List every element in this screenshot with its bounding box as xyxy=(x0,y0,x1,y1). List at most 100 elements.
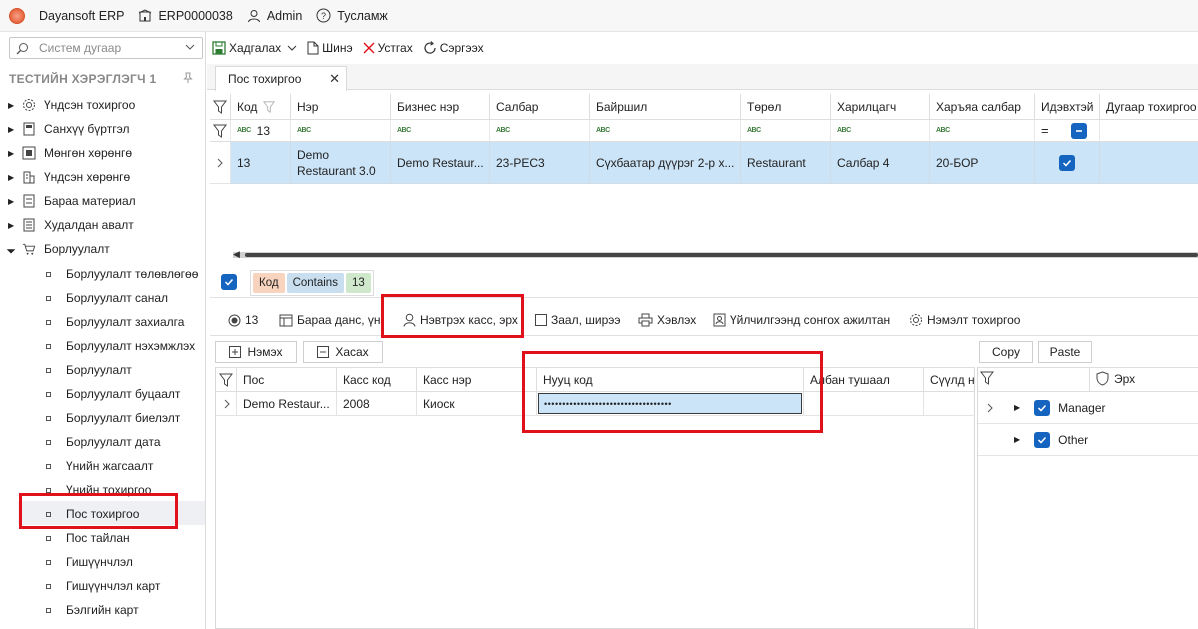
sidebar-item-sales[interactable]: Борлуулалт xyxy=(46,359,132,381)
remove-button[interactable]: Хасах xyxy=(303,341,383,363)
row-expand-icon[interactable] xyxy=(216,392,237,416)
cell-type[interactable]: Restaurant xyxy=(741,142,831,184)
filter-cell-type[interactable]: ABC xyxy=(741,120,831,142)
scrollbar-thumb[interactable] xyxy=(245,253,1198,257)
cell-cashier-name[interactable]: Киоск xyxy=(417,392,537,416)
refresh-button[interactable]: Сэргээх xyxy=(423,41,484,55)
module-undsen-horongo[interactable]: ▶ Үндсэн хөрөнгө xyxy=(0,166,130,188)
column-header-type[interactable]: Төрөл xyxy=(741,94,831,120)
cell-cashier-code[interactable]: 2008 xyxy=(337,392,417,416)
paste-button[interactable]: Paste xyxy=(1038,341,1092,363)
save-button[interactable]: Хадгалах xyxy=(212,41,297,55)
filter-toggle-icon[interactable] xyxy=(980,371,994,388)
cell-pos[interactable]: Demo Restaur... xyxy=(237,392,337,416)
sidebar-item-sales-plan[interactable]: Борлуулалт төлөвлөгөө xyxy=(46,263,198,285)
filter-operator-chip[interactable]: Contains xyxy=(286,273,344,293)
filter-cell-branch[interactable]: ABC xyxy=(490,120,590,142)
column-header-active[interactable]: Идэвхтэй xyxy=(1035,94,1100,120)
add-button[interactable]: Нэмэх xyxy=(215,341,297,363)
cell-branch[interactable]: 23-РЕС3 xyxy=(490,142,590,184)
cell-business-name[interactable]: Demo Restaur... xyxy=(391,142,490,184)
pin-icon[interactable] xyxy=(182,72,194,87)
company-selector[interactable]: ERP0000038 xyxy=(138,9,233,23)
other-checkbox[interactable] xyxy=(1034,431,1051,448)
module-undsen-tohirgoo[interactable]: ▶ Үндсэн тохиргоо xyxy=(0,94,135,116)
collapse-icon[interactable]: ◢ xyxy=(6,243,18,255)
filter-cell-name[interactable]: ABC xyxy=(291,120,391,142)
tab-pos-settings[interactable]: Пос тохиргоо ✕ xyxy=(215,66,347,91)
sidebar-item-membership[interactable]: Гишүүнчлэл xyxy=(46,551,133,573)
filter-cell-customer[interactable]: ABC xyxy=(831,120,930,142)
column-filter-icon[interactable] xyxy=(263,100,276,113)
filter-field-chip[interactable]: Код xyxy=(253,273,285,293)
sidebar-item-price-list[interactable]: Үнийн жагсаалт xyxy=(46,455,153,477)
tab-extra-settings[interactable]: Нэмэлт тохиргоо xyxy=(909,313,1020,327)
tab-print[interactable]: Хэвлэх xyxy=(638,313,696,327)
cell-number-settings[interactable] xyxy=(1100,142,1198,184)
expand-icon[interactable]: ▶ xyxy=(8,197,16,206)
expand-icon[interactable]: ▶ xyxy=(8,149,16,158)
filter-cell-code[interactable]: ABC 13 xyxy=(231,120,291,142)
column-header-pos[interactable]: Пос xyxy=(237,367,337,392)
user-menu[interactable]: Admin xyxy=(247,9,302,23)
column-header-parent-branch[interactable]: Харъяа салбар xyxy=(930,94,1035,120)
tab-items-price[interactable]: Бараа данс, үнэ xyxy=(279,313,381,327)
filter-value-chip[interactable]: 13 xyxy=(345,273,371,293)
sidebar-item-sales-offer[interactable]: Борлуулалт санал xyxy=(46,287,168,309)
filter-cell-active[interactable]: = xyxy=(1035,120,1100,142)
sidebar-item-gift-card[interactable]: Бэлгийн карт xyxy=(46,599,139,621)
checked-checkbox[interactable] xyxy=(1059,154,1075,171)
column-header-location[interactable]: Байршил xyxy=(590,94,741,120)
filter-cell-business-name[interactable]: ABC xyxy=(391,120,490,142)
column-header-rights[interactable]: Эрх xyxy=(1096,371,1135,386)
tab-halls-tables[interactable]: Заал, ширээ xyxy=(535,313,621,327)
cell-location[interactable]: Сүхбаатар дүүрэг 2-р х... xyxy=(590,142,741,184)
delete-button[interactable]: Устгах xyxy=(363,41,413,55)
filter-expression[interactable]: Код Contains 13 xyxy=(250,270,374,296)
indeterminate-checkbox[interactable] xyxy=(1070,122,1087,139)
cell-last[interactable] xyxy=(924,392,975,416)
column-header-number-settings[interactable]: Дугаар тохиргоо xyxy=(1100,94,1198,120)
record-code-radio[interactable]: 13 xyxy=(228,313,258,327)
tab-service-staff[interactable]: Үйлчилгээнд сонгох ажилтан xyxy=(713,313,890,327)
rights-row-other[interactable]: ▶ Other xyxy=(978,424,1198,456)
filter-cell-location[interactable]: ABC xyxy=(590,120,741,142)
tree-expand-icon[interactable]: ▶ xyxy=(1014,403,1020,412)
scroll-left-icon[interactable]: ◀ xyxy=(233,249,240,260)
filter-toggle-icon[interactable] xyxy=(216,367,237,392)
cell-code[interactable]: 13 xyxy=(231,142,291,184)
sidebar-item-pos-report[interactable]: Пос тайлан xyxy=(46,527,130,549)
sidebar-item-sales-data[interactable]: Борлуулалт дата xyxy=(46,431,161,453)
column-header-last[interactable]: Сүүлд нэ xyxy=(924,367,975,392)
cell-active[interactable] xyxy=(1035,142,1100,184)
chevron-down-icon[interactable] xyxy=(287,43,297,53)
horizontal-scrollbar[interactable]: ◀ xyxy=(233,249,1198,260)
filter-cell-parent-branch[interactable]: ABC xyxy=(930,120,1035,142)
search-input[interactable]: Систем дугаар xyxy=(9,37,203,59)
column-header-business-name[interactable]: Бизнес нэр xyxy=(391,94,490,120)
tree-expand-icon[interactable]: ▶ xyxy=(1014,435,1020,444)
module-mongon[interactable]: ▶ Мөнгөн хөрөнгө xyxy=(0,142,132,164)
module-hudaldan[interactable]: ▶ Худалдан авалт xyxy=(0,214,134,236)
cell-name[interactable]: Demo Restaurant 3.0 xyxy=(291,142,391,184)
module-sanhuu[interactable]: ▶ Санхүү бүртгэл xyxy=(0,118,129,140)
copy-button[interactable]: Copy xyxy=(979,341,1033,363)
filter-cell-number-settings[interactable] xyxy=(1100,120,1198,142)
row-expand-icon[interactable] xyxy=(210,142,231,184)
help-menu[interactable]: ? Тусламж xyxy=(316,8,388,23)
rights-row-manager[interactable]: ▶ Manager xyxy=(978,392,1198,424)
cell-parent-branch[interactable]: 20-БОР xyxy=(930,142,1035,184)
row-expand-icon[interactable] xyxy=(986,403,994,413)
column-header-code[interactable]: Код xyxy=(231,94,291,120)
sidebar-item-sales-order[interactable]: Борлуулалт захиалга xyxy=(46,311,184,333)
close-tab-icon[interactable]: ✕ xyxy=(329,71,340,87)
chevron-down-icon[interactable] xyxy=(184,41,196,56)
expand-icon[interactable]: ▶ xyxy=(8,101,16,110)
filter-enable-checkbox[interactable] xyxy=(221,274,237,290)
column-header-customer[interactable]: Харилцагч xyxy=(831,94,930,120)
manager-checkbox[interactable] xyxy=(1034,399,1051,416)
new-button[interactable]: Шинэ xyxy=(307,41,353,55)
column-header-cashier-name[interactable]: Касс нэр xyxy=(417,367,537,392)
column-header-name[interactable]: Нэр xyxy=(291,94,391,120)
cell-customer[interactable]: Салбар 4 xyxy=(831,142,930,184)
